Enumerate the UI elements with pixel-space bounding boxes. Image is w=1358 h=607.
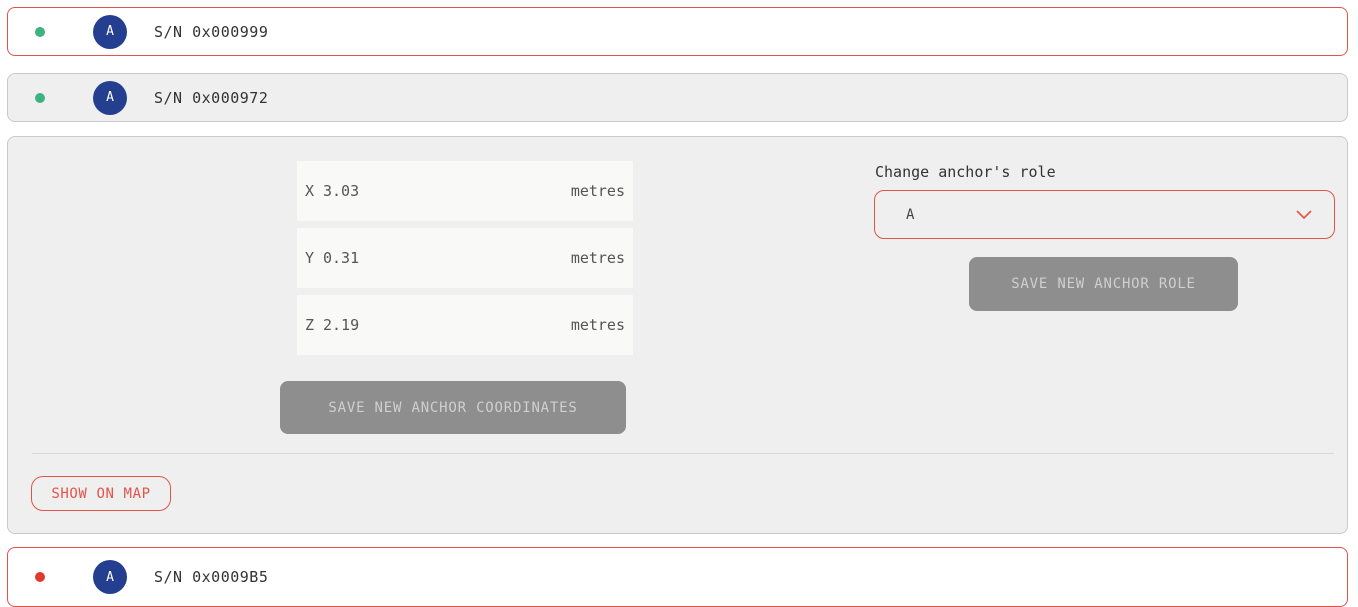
role-label: Change anchor's role	[875, 163, 1056, 181]
save-role-button[interactable]: SAVE NEW ANCHOR ROLE	[969, 257, 1238, 311]
anchor-serial: S/N 0x000972	[154, 88, 269, 107]
role-select-value: A	[906, 206, 915, 223]
anchor-row[interactable]: A S/N 0x000999	[7, 7, 1348, 56]
coordinate-value[interactable]: 2.19	[323, 316, 571, 334]
anchor-serial: S/N 0x000999	[154, 22, 269, 41]
coordinate-unit: metres	[570, 316, 625, 334]
status-dot-icon	[35, 572, 45, 582]
coordinate-axis-label: Y	[305, 249, 315, 267]
show-on-map-button[interactable]: SHOW ON MAP	[31, 476, 171, 511]
coordinate-value[interactable]: 3.03	[323, 182, 571, 200]
coordinate-axis-label: Z	[305, 316, 315, 334]
anchor-serial: S/N 0x0009B5	[154, 568, 269, 586]
coordinate-unit: metres	[570, 249, 625, 267]
avatar: A	[93, 560, 127, 594]
coordinate-unit: metres	[570, 182, 625, 200]
anchor-details-panel: X 3.03 metres Y 0.31 metres Z 2.19 metre…	[7, 136, 1348, 534]
x-coordinate-field[interactable]: X 3.03 metres	[297, 161, 633, 221]
coordinate-value[interactable]: 0.31	[323, 249, 571, 267]
status-dot-icon	[35, 26, 45, 37]
status-dot-icon	[35, 92, 45, 103]
role-select[interactable]: A	[874, 190, 1335, 239]
y-coordinate-field[interactable]: Y 0.31 metres	[297, 228, 633, 288]
save-coordinates-button[interactable]: SAVE NEW ANCHOR COORDINATES	[280, 381, 626, 434]
anchor-row[interactable]: A S/N 0x000972	[7, 73, 1348, 122]
avatar: A	[93, 14, 127, 49]
z-coordinate-field[interactable]: Z 2.19 metres	[297, 295, 633, 355]
avatar: A	[93, 80, 127, 115]
divider	[32, 453, 1334, 454]
chevron-down-icon	[1296, 209, 1312, 219]
coordinate-axis-label: X	[305, 182, 315, 200]
anchor-row[interactable]: A S/N 0x0009B5	[7, 547, 1348, 607]
